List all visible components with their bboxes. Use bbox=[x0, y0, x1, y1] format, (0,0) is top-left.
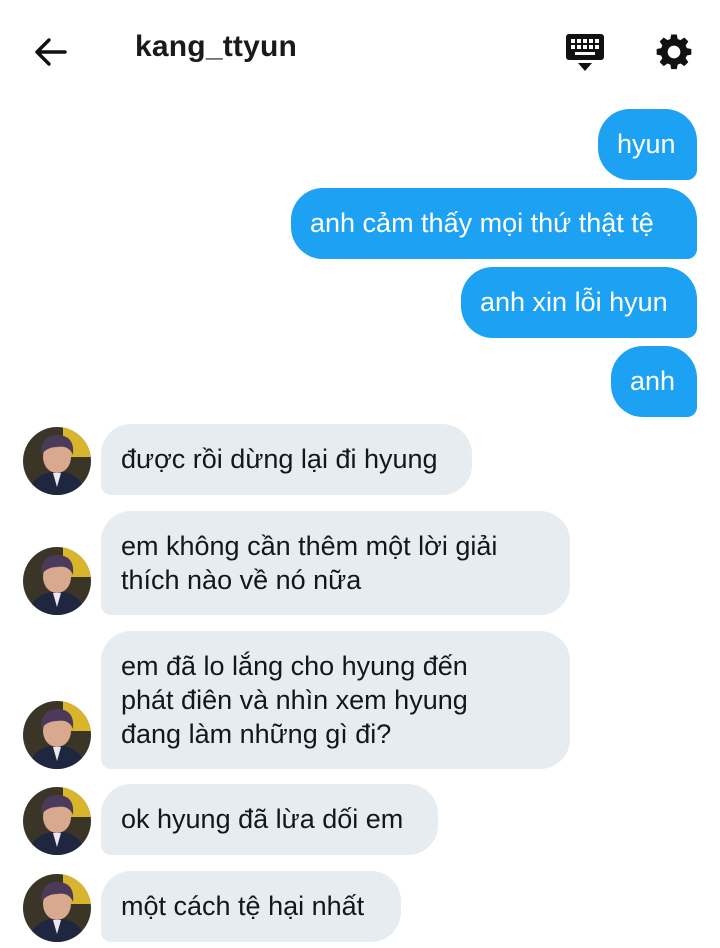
outgoing-message[interactable]: anh cảm thấy mọi thứ thật tệ bbox=[291, 188, 697, 259]
incoming-message[interactable]: em không cần thêm một lời giải thích nào… bbox=[101, 511, 570, 615]
keyboard-icon bbox=[566, 34, 604, 71]
incoming-message[interactable]: một cách tệ hại nhất bbox=[101, 871, 401, 942]
conversation-title: kang_ttyun bbox=[135, 30, 298, 63]
incoming-message[interactable]: em đã lo lắng cho hyung đến phát điên và… bbox=[101, 631, 570, 769]
avatar[interactable] bbox=[23, 547, 91, 615]
incoming-message[interactable]: ok hyung đã lừa dối em bbox=[101, 784, 438, 855]
avatar[interactable] bbox=[23, 874, 91, 942]
incoming-message[interactable]: được rồi dừng lại đi hyung bbox=[101, 424, 472, 495]
avatar[interactable] bbox=[23, 787, 91, 855]
keyboard-button[interactable] bbox=[564, 32, 606, 74]
arrow-left-icon bbox=[35, 38, 67, 66]
outgoing-message[interactable]: anh xin lỗi hyun bbox=[461, 267, 697, 338]
avatar[interactable] bbox=[23, 701, 91, 769]
outgoing-message[interactable]: anh bbox=[611, 346, 697, 417]
outgoing-message[interactable]: hyun bbox=[598, 109, 697, 180]
conversation-header: kang_ttyun bbox=[0, 0, 720, 104]
back-button[interactable] bbox=[30, 34, 70, 70]
gear-icon bbox=[656, 34, 692, 70]
avatar[interactable] bbox=[23, 427, 91, 495]
settings-button[interactable] bbox=[654, 32, 694, 72]
